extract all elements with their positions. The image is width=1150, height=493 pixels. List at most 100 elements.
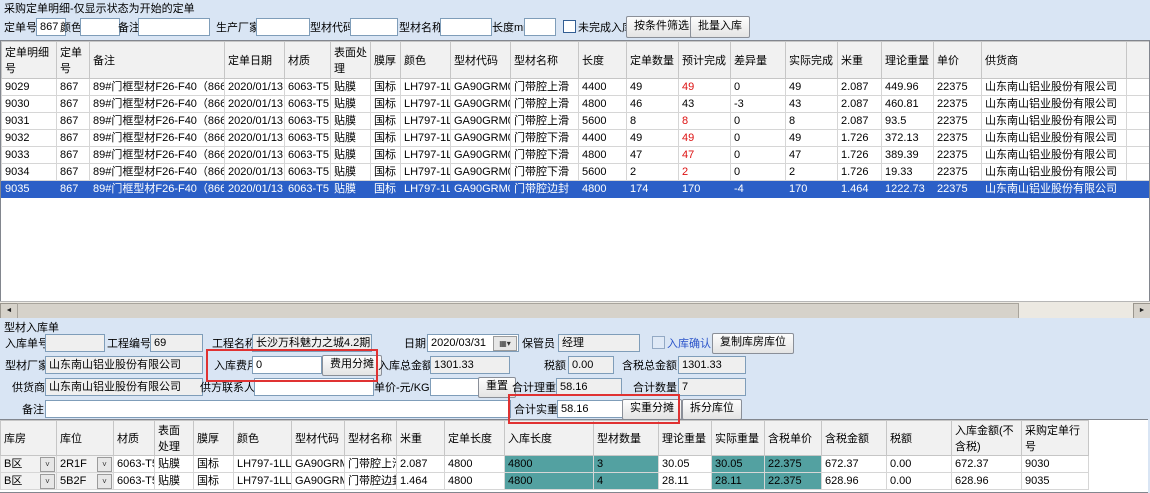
table-cell[interactable]: 49 xyxy=(786,79,838,96)
table-cell[interactable]: 4800 xyxy=(579,181,627,198)
table-cell[interactable]: 47 xyxy=(786,147,838,164)
table-row[interactable]: B区˅2R1F˅6063-T5贴膜国标LH797-1LL0GA90GRM03门带… xyxy=(1,456,1089,473)
fee-allocate-button[interactable]: 费用分摊 xyxy=(322,355,382,376)
inbound-confirm-checkbox[interactable] xyxy=(652,336,665,349)
table-cell[interactable]: LH797-1LL0 xyxy=(401,113,451,130)
table-cell[interactable] xyxy=(1127,79,1150,96)
table-cell[interactable]: 0.00 xyxy=(887,473,952,490)
table-cell[interactable]: 国标 xyxy=(371,113,401,130)
table-cell[interactable]: 2 xyxy=(786,164,838,181)
table-cell[interactable]: LH797-1LL0 xyxy=(401,164,451,181)
calendar-dropdown-button[interactable]: ▦▾ xyxy=(493,336,517,351)
table-cell[interactable]: LH797-1LL0 xyxy=(234,473,292,490)
table-cell[interactable]: 3 xyxy=(594,456,659,473)
table-cell[interactable]: 628.96 xyxy=(822,473,887,490)
table-cell[interactable]: 89#门框型材F26-F40（866+867） xyxy=(90,79,225,96)
table-cell[interactable]: 49 xyxy=(627,79,679,96)
table-cell[interactable] xyxy=(1127,96,1150,113)
remark-field[interactable] xyxy=(45,400,511,418)
table-cell[interactable]: 2.087 xyxy=(838,96,882,113)
table-cell[interactable]: 4800 xyxy=(445,473,505,490)
project-no-field[interactable]: 69 xyxy=(150,334,203,352)
scroll-left-button[interactable]: ◄ xyxy=(0,303,18,319)
table-cell[interactable]: 9029 xyxy=(2,79,57,96)
table-cell[interactable]: 6063-T5 xyxy=(285,181,331,198)
total-amount-field[interactable]: 1301.33 xyxy=(430,356,510,374)
table-cell[interactable]: 2.087 xyxy=(397,456,445,473)
table-cell[interactable]: 22.375 xyxy=(765,473,822,490)
table-cell[interactable]: 22375 xyxy=(934,130,982,147)
unfinished-checkbox[interactable] xyxy=(563,20,576,33)
table-cell[interactable]: 4400 xyxy=(579,130,627,147)
table-row[interactable]: 903186789#门框型材F26-F40（866+867）2020/01/13… xyxy=(2,113,1150,130)
table-row[interactable]: B区˅5B2F˅6063-T5贴膜国标LH797-1LL0GA90GRM05门带… xyxy=(1,473,1089,490)
table-cell[interactable]: 门带腔上滑 xyxy=(511,96,579,113)
table-row[interactable]: 903086789#门框型材F26-F40（866+867）2020/01/13… xyxy=(2,96,1150,113)
table-cell[interactable]: 49 xyxy=(679,79,731,96)
table-cell[interactable] xyxy=(1127,147,1150,164)
profile-code-filter-input[interactable] xyxy=(350,18,398,36)
table-cell[interactable]: 5600 xyxy=(579,113,627,130)
table-cell[interactable]: 2020/01/13 xyxy=(225,181,285,198)
table-row[interactable]: 902986789#门框型材F26-F40（866+867）2020/01/13… xyxy=(2,79,1150,96)
table-cell[interactable]: 22375 xyxy=(934,113,982,130)
table-cell[interactable]: 2020/01/13 xyxy=(225,113,285,130)
table-cell[interactable]: 47 xyxy=(627,147,679,164)
table-cell[interactable]: LH797-1LL0 xyxy=(401,79,451,96)
table-row[interactable]: 903586789#门框型材F26-F40（866+867）2020/01/13… xyxy=(2,181,1150,198)
table-cell[interactable]: 4400 xyxy=(579,79,627,96)
length-filter-input[interactable] xyxy=(524,18,556,36)
table-cell[interactable]: 2 xyxy=(679,164,731,181)
table-cell[interactable]: 2020/01/13 xyxy=(225,96,285,113)
table-cell[interactable]: 672.37 xyxy=(822,456,887,473)
table-cell[interactable]: 9032 xyxy=(2,130,57,147)
remark-filter-input[interactable] xyxy=(138,18,210,36)
fee-field[interactable]: 0 xyxy=(252,356,322,374)
table-cell[interactable]: 6063-T5 xyxy=(285,79,331,96)
table-cell[interactable]: 门带腔边封 xyxy=(345,473,397,490)
table-cell[interactable]: 22375 xyxy=(934,181,982,198)
table-cell[interactable]: 49 xyxy=(679,130,731,147)
table-cell[interactable]: 867 xyxy=(57,96,90,113)
table-cell[interactable]: 国标 xyxy=(371,181,401,198)
filter-by-condition-button[interactable]: 按条件筛选 xyxy=(626,16,697,38)
table-cell[interactable]: LH797-1LL0 xyxy=(401,130,451,147)
table-cell[interactable]: 贴膜 xyxy=(331,164,371,181)
table-cell[interactable]: 49 xyxy=(786,130,838,147)
supplier-field[interactable]: 山东南山铝业股份有限公司 xyxy=(45,378,203,396)
total-qty-field[interactable]: 7 xyxy=(678,378,746,396)
table-cell[interactable]: 9033 xyxy=(2,147,57,164)
table-cell[interactable]: 6063-T5 xyxy=(285,113,331,130)
table-cell[interactable]: 6063-T5 xyxy=(114,473,155,490)
table-cell[interactable]: 30.05 xyxy=(712,456,765,473)
table-cell[interactable]: 8 xyxy=(786,113,838,130)
table-cell[interactable]: 2020/01/13 xyxy=(225,79,285,96)
table-cell[interactable]: 山东南山铝业股份有限公司 xyxy=(982,130,1127,147)
table-cell[interactable]: -4 xyxy=(731,181,786,198)
table-cell[interactable]: LH797-1LL0 xyxy=(234,456,292,473)
table-cell[interactable]: GA90GRM03 xyxy=(451,96,511,113)
factory-field[interactable]: 山东南山铝业股份有限公司 xyxy=(45,356,203,374)
table-cell[interactable]: 170 xyxy=(786,181,838,198)
scroll-right-button[interactable]: ► xyxy=(1133,303,1150,319)
table-cell[interactable]: 867 xyxy=(57,181,90,198)
table-cell[interactable]: 4800 xyxy=(445,456,505,473)
color-filter-input[interactable] xyxy=(80,18,120,36)
table-cell[interactable]: 867 xyxy=(57,130,90,147)
table-cell[interactable]: 门带腔上滑 xyxy=(345,456,397,473)
table-cell[interactable]: 47 xyxy=(679,147,731,164)
table-cell[interactable]: 1.726 xyxy=(838,130,882,147)
table-cell[interactable]: 4 xyxy=(594,473,659,490)
table-cell[interactable]: 国标 xyxy=(371,164,401,181)
table-cell[interactable]: 93.5 xyxy=(882,113,934,130)
table-cell[interactable]: 28.11 xyxy=(659,473,712,490)
table-cell[interactable]: GA90GRM05 xyxy=(451,181,511,198)
table-cell[interactable]: 867 xyxy=(57,113,90,130)
table-cell[interactable]: 22375 xyxy=(934,164,982,181)
table-cell[interactable]: 1222.73 xyxy=(882,181,934,198)
unit-price-field[interactable] xyxy=(430,378,480,396)
table-cell[interactable]: GA90GRM03 xyxy=(292,456,345,473)
table-cell[interactable]: 89#门框型材F26-F40（866+867） xyxy=(90,130,225,147)
profile-name-filter-input[interactable] xyxy=(440,18,492,36)
table-cell[interactable]: 贴膜 xyxy=(331,147,371,164)
